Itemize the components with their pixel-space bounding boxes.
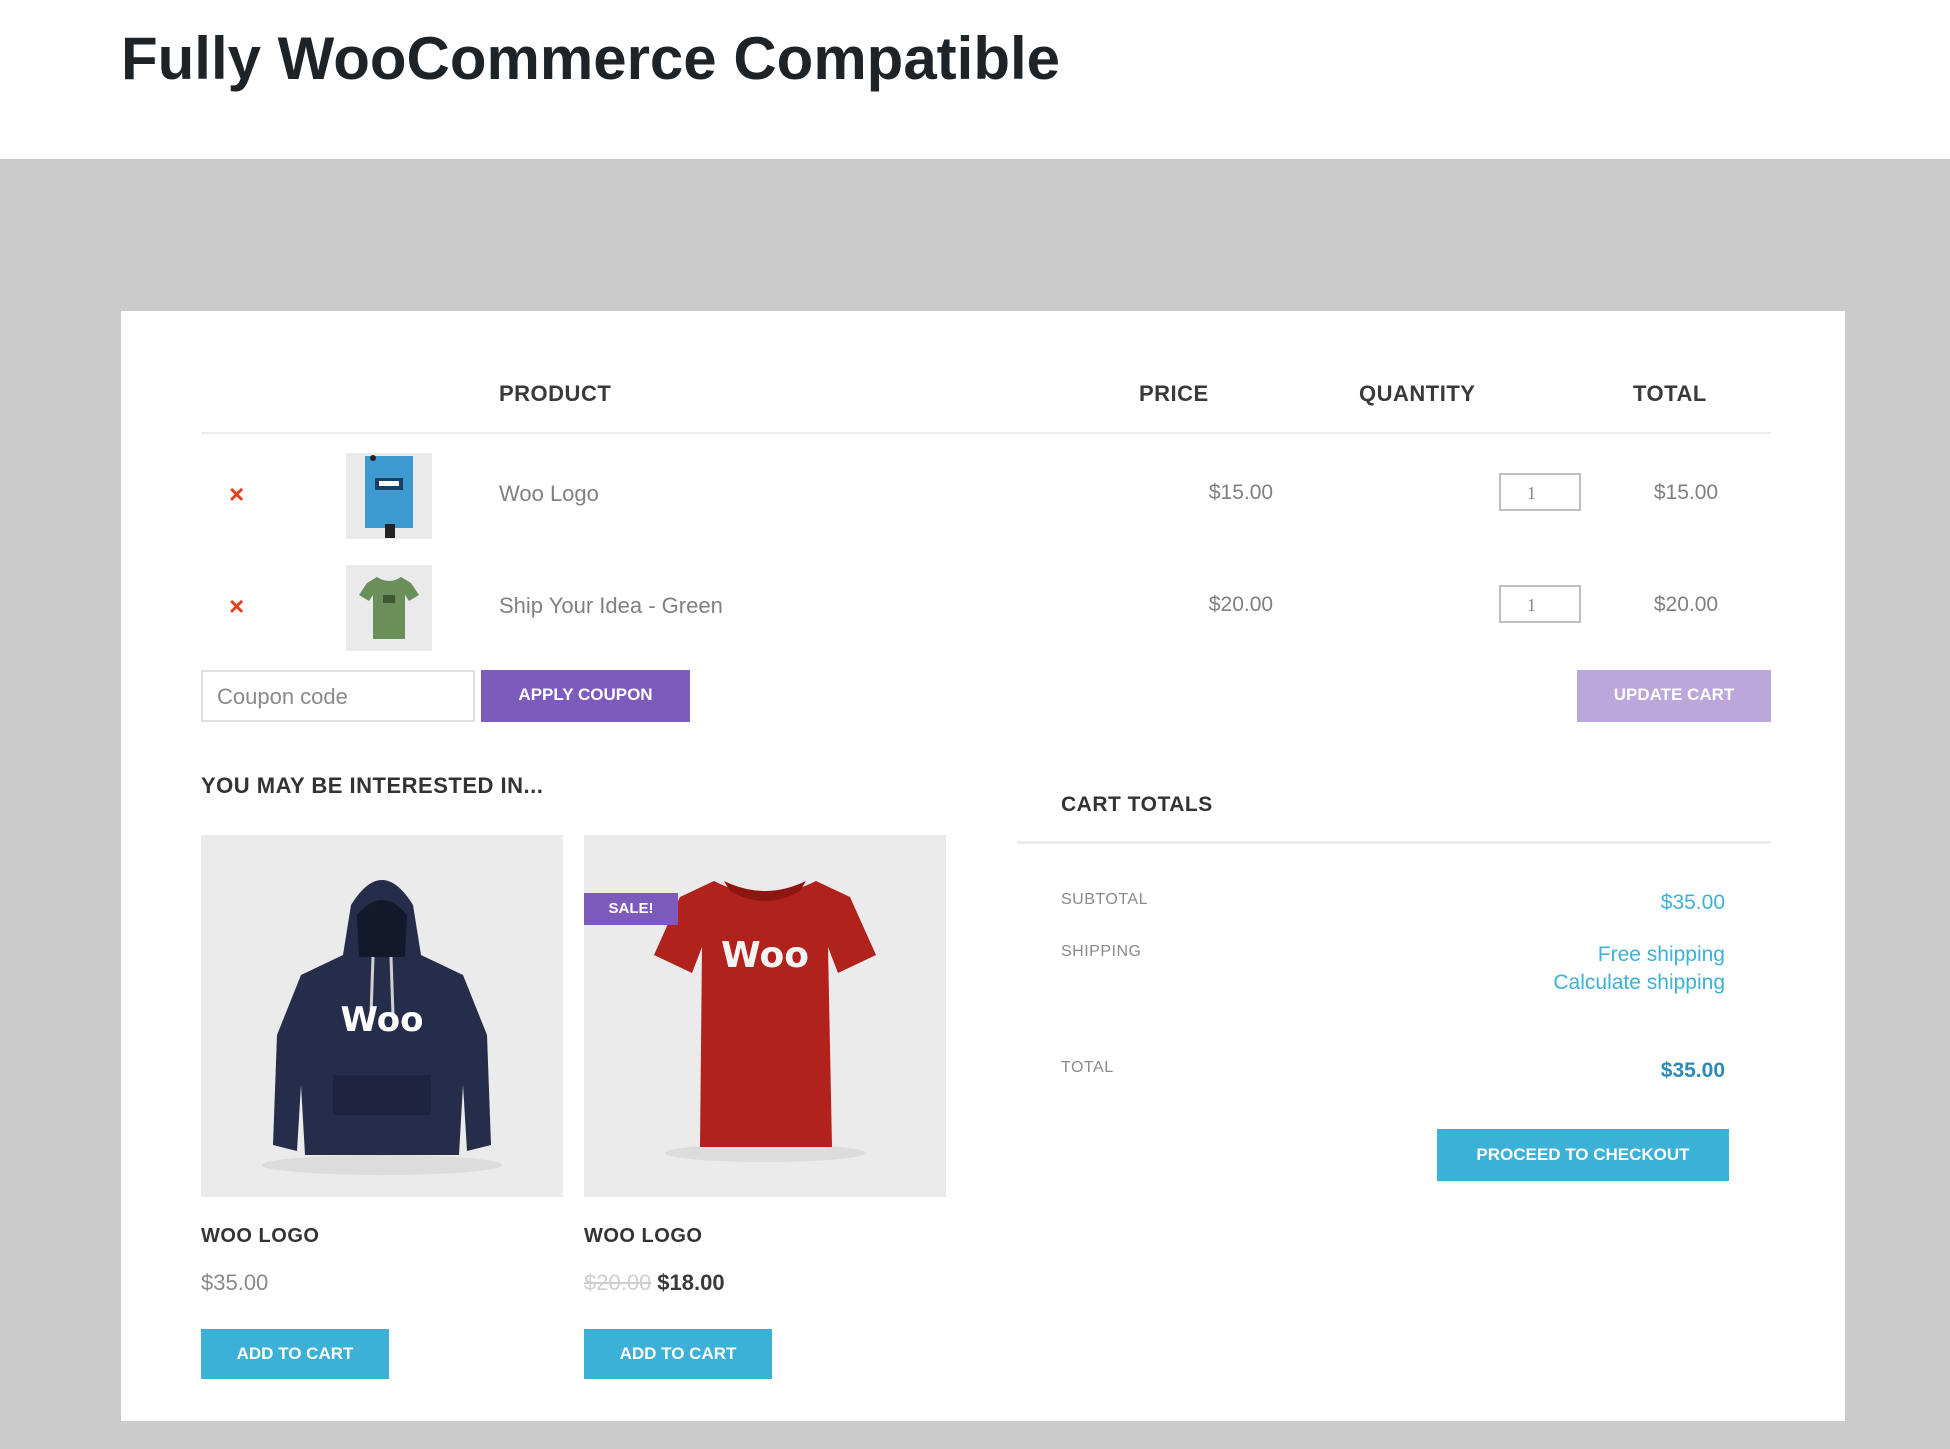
subtotal-value: $35.00 [1660,891,1725,914]
cart-item-price: $20.00 [1208,593,1274,616]
cart-totals-divider [1017,841,1771,844]
update-cart-button[interactable]: UPDATE CART [1577,670,1771,722]
poster-icon[interactable] [346,453,432,539]
table-header-divider [201,432,1771,434]
quantity-input[interactable]: 1 [1499,473,1581,511]
cross-sells-title: YOU MAY BE INTERESTED IN... [201,773,544,798]
cart-item-name[interactable]: Ship Your Idea - Green [499,593,723,619]
calculate-shipping-link[interactable]: Calculate shipping [1553,971,1725,995]
coupon-code-input[interactable]: Coupon code [201,670,475,722]
shipping-value: Free shipping [1597,943,1725,966]
cart-item-price: $15.00 [1208,481,1274,504]
tshirt-logo-text: Woo [721,935,809,976]
sale-price: $18.00 [657,1270,725,1295]
hoodie-logo-text: Woo [340,1000,423,1040]
product-image-tshirt[interactable]: Woo SALE! [584,835,946,1197]
page-title: Fully WooCommerce Compatible [121,25,1061,92]
cart-item-total: $15.00 [1653,481,1719,504]
original-price: $20.00 [584,1270,652,1295]
product-name[interactable]: WOO LOGO [201,1225,319,1248]
cart-row: × Ship Your Idea - Green $20.00 1 $20.00 [201,557,1771,657]
cart-item-name[interactable]: Woo Logo [499,481,599,507]
cart-totals-title: CART TOTALS [1061,793,1213,816]
cart-screenshot-card: PRODUCT PRICE QUANTITY TOTAL × Woo Logo … [121,311,1845,1421]
subtotal-label: SUBTOTAL [1061,891,1148,908]
add-to-cart-button[interactable]: ADD TO CART [584,1329,772,1379]
column-header-product: PRODUCT [499,381,612,406]
column-header-total: TOTAL [1633,381,1707,406]
sale-badge: SALE! [584,893,678,925]
total-label: TOTAL [1061,1059,1114,1076]
proceed-to-checkout-button[interactable]: PROCEED TO CHECKOUT [1437,1129,1729,1181]
apply-coupon-button[interactable]: APPLY COUPON [481,670,690,722]
product-name[interactable]: WOO LOGO [584,1225,702,1248]
add-to-cart-button[interactable]: ADD TO CART [201,1329,389,1379]
remove-item-icon[interactable]: × [229,479,244,510]
cart-row: × Woo Logo $15.00 1 $15.00 [201,445,1771,545]
green-tshirt-icon[interactable] [346,565,432,651]
column-header-price: PRICE [1139,381,1209,406]
shipping-label: SHIPPING [1061,943,1142,960]
quantity-input[interactable]: 1 [1499,585,1581,623]
product-price-group: $20.00 $18.00 [584,1270,725,1296]
column-header-quantity: QUANTITY [1359,381,1476,406]
total-value: $35.00 [1660,1059,1725,1082]
product-image-hoodie[interactable]: Woo [201,835,563,1197]
remove-item-icon[interactable]: × [229,591,244,622]
product-price: $35.00 [201,1270,269,1295]
cart-item-total: $20.00 [1653,593,1719,616]
